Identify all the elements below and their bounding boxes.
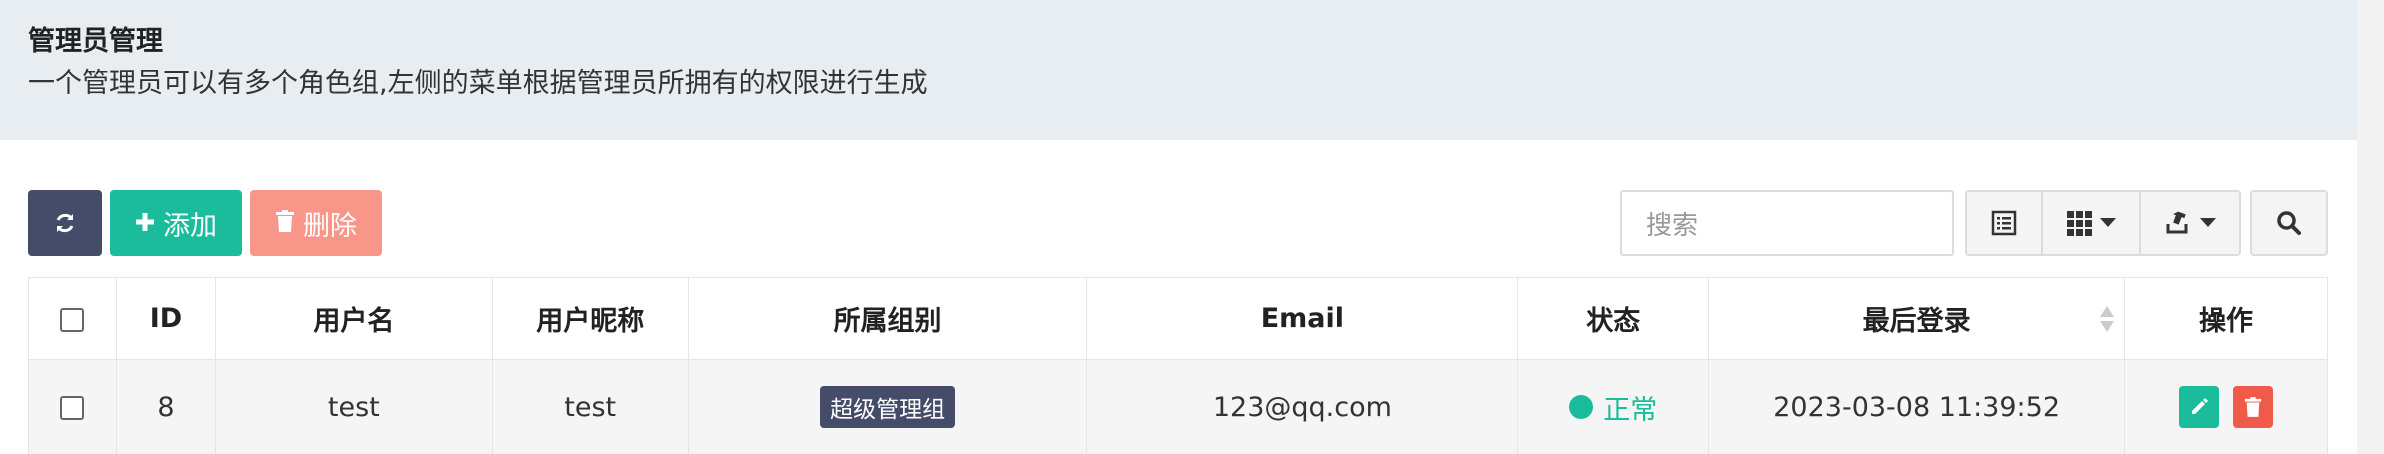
status-text: 正常 bbox=[1603, 394, 1658, 426]
select-all-cell bbox=[28, 277, 117, 360]
export-icon bbox=[2166, 211, 2188, 234]
select-all-checkbox[interactable] bbox=[60, 307, 85, 332]
admin-management-page: 管理员管理 一个管理员可以有多个角色组,左侧的菜单根据管理员所拥有的权限进行生成… bbox=[0, 0, 2384, 454]
column-header-label: 最后登录 bbox=[1862, 306, 1971, 337]
table-row[interactable]: 8 test test 超级管理组 123@qq.com 正常 2023-03-… bbox=[28, 359, 2328, 454]
view-options-group bbox=[1965, 190, 2241, 256]
page-description: 一个管理员可以有多个角色组,左侧的菜单根据管理员所拥有的权限进行生成 bbox=[28, 68, 928, 99]
page-title: 管理员管理 bbox=[28, 26, 163, 57]
export-dropdown-button[interactable] bbox=[2141, 192, 2239, 254]
group-badge: 超级管理组 bbox=[820, 386, 956, 428]
cell-email: 123@qq.com bbox=[1086, 359, 1519, 454]
delete-button[interactable]: 删除 bbox=[250, 190, 382, 256]
admin-table: ID 用户名 用户昵称 所属组别 Email 状态 最后登录 操作 8 test… bbox=[28, 277, 2328, 454]
table-header-row: ID 用户名 用户昵称 所属组别 Email 状态 最后登录 操作 bbox=[28, 277, 2328, 360]
scrollbar[interactable] bbox=[2357, 0, 2384, 454]
add-button-label: 添加 bbox=[163, 210, 217, 242]
edit-button[interactable] bbox=[2178, 386, 2219, 428]
column-header[interactable]: Email bbox=[1086, 277, 1519, 360]
list-view-icon bbox=[1991, 210, 2017, 236]
cell-username: test bbox=[214, 359, 493, 454]
cell-last-login: 2023-03-08 11:39:52 bbox=[1708, 359, 2126, 454]
add-button[interactable]: 添加 bbox=[110, 190, 242, 256]
toolbar: 添加 删除 搜索 bbox=[28, 190, 2329, 256]
column-header[interactable]: ID bbox=[115, 277, 216, 360]
column-header: 操作 bbox=[2124, 277, 2328, 360]
last-login-column-header[interactable]: 最后登录 bbox=[1708, 277, 2126, 360]
cell-nickname: test bbox=[491, 359, 689, 454]
cell-actions bbox=[2124, 359, 2328, 454]
cell-id: 8 bbox=[115, 359, 216, 454]
search-icon bbox=[2277, 211, 2301, 235]
delete-button-label: 删除 bbox=[303, 210, 357, 242]
columns-dropdown-button[interactable] bbox=[2043, 192, 2141, 254]
refresh-button[interactable] bbox=[28, 190, 102, 256]
column-header[interactable]: 状态 bbox=[1517, 277, 1710, 360]
cell-status: 正常 bbox=[1517, 359, 1710, 454]
column-header[interactable]: 用户名 bbox=[214, 277, 493, 360]
trash-icon bbox=[275, 208, 295, 239]
caret-down-icon bbox=[2100, 218, 2116, 227]
row-checkbox[interactable] bbox=[60, 396, 85, 420]
refresh-icon bbox=[56, 213, 74, 233]
toggle-card-view-button[interactable] bbox=[1967, 192, 2043, 254]
pencil-icon bbox=[2191, 398, 2208, 414]
trash-icon bbox=[2245, 397, 2262, 417]
caret-down-icon bbox=[2200, 218, 2216, 227]
column-header[interactable]: 用户昵称 bbox=[491, 277, 689, 360]
search-button[interactable] bbox=[2250, 190, 2328, 256]
row-select-cell bbox=[28, 359, 117, 454]
page-header: 管理员管理 一个管理员可以有多个角色组,左侧的菜单根据管理员所拥有的权限进行生成 bbox=[0, 0, 2357, 140]
search-input[interactable]: 搜索 bbox=[1620, 190, 1954, 256]
row-delete-button[interactable] bbox=[2233, 386, 2274, 428]
status-indicator: 正常 bbox=[1569, 388, 1657, 427]
plus-icon bbox=[135, 208, 155, 239]
cell-group: 超级管理组 bbox=[687, 359, 1088, 454]
grid-icon bbox=[2067, 211, 2092, 236]
sort-icon[interactable] bbox=[2100, 306, 2115, 334]
search-placeholder: 搜索 bbox=[1646, 210, 1699, 241]
column-header[interactable]: 所属组别 bbox=[687, 277, 1088, 360]
status-dot-icon bbox=[1569, 395, 1594, 419]
